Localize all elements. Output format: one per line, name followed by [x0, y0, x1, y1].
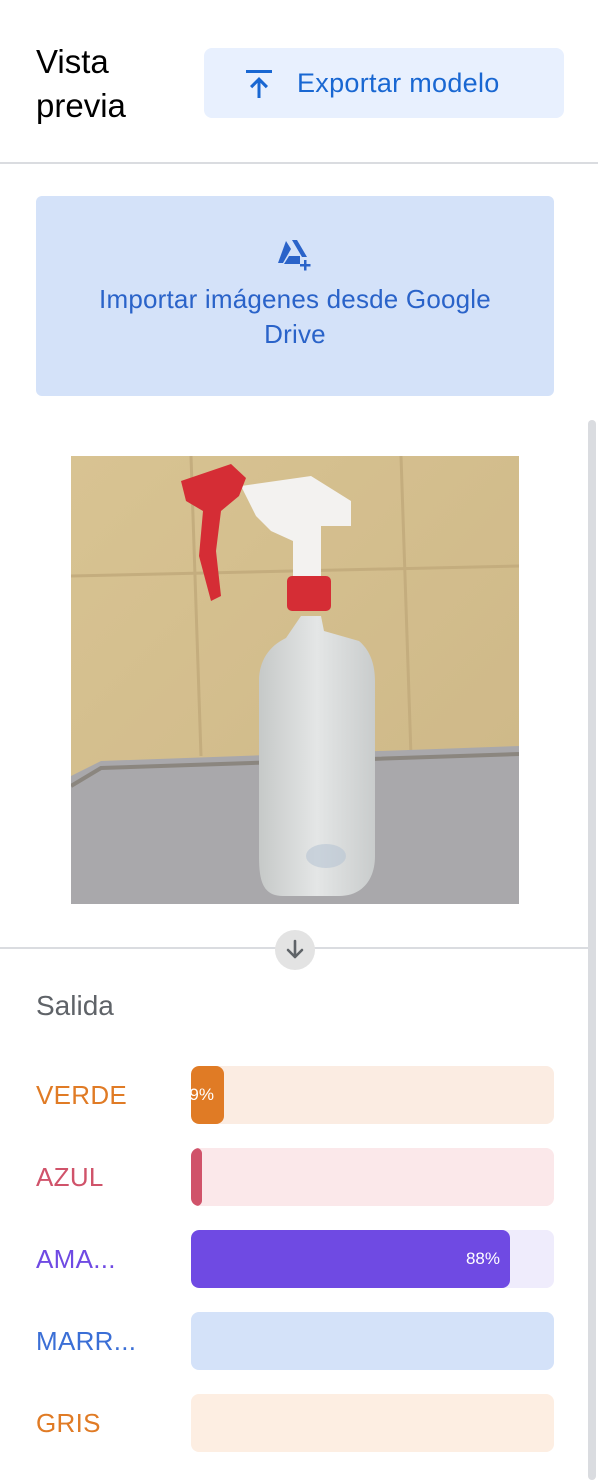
prediction-row: VERDE 9%	[0, 1066, 598, 1124]
confidence-bar-track	[191, 1312, 554, 1370]
import-from-drive-button[interactable]: Importar imágenes desde Google Drive	[36, 196, 554, 396]
confidence-bar-track: 9%	[191, 1066, 554, 1124]
confidence-bar-track: 88%	[191, 1230, 554, 1288]
confidence-bar-track	[191, 1148, 554, 1206]
confidence-bar-fill	[191, 1148, 202, 1206]
class-label: AMA...	[36, 1244, 116, 1274]
confidence-bar-fill: 9%	[191, 1066, 224, 1124]
prediction-row: GRIS	[0, 1394, 598, 1452]
preview-image	[71, 456, 519, 904]
google-drive-add-icon	[278, 240, 311, 271]
confidence-bar-fill: 88%	[191, 1230, 510, 1288]
arrow-down-button[interactable]	[275, 930, 315, 970]
confidence-value: 9%	[191, 1085, 214, 1104]
class-label: MARR...	[36, 1326, 137, 1356]
class-label: GRIS	[36, 1408, 101, 1438]
upload-icon	[246, 70, 272, 98]
export-model-button[interactable]: Exportar modelo	[204, 48, 564, 118]
confidence-bar-track	[191, 1394, 554, 1452]
confidence-value: 88%	[465, 1249, 500, 1268]
prediction-row: MARR...	[0, 1312, 598, 1370]
preview-panel: Vista previa Exportar modelo Importar im…	[0, 0, 598, 1480]
prediction-row: AMA... 88%	[0, 1230, 598, 1288]
export-model-label: Exportar modelo	[297, 68, 500, 98]
page-title: Vista previa	[36, 43, 126, 124]
prediction-row: AZUL	[0, 1148, 598, 1206]
arrow-down-icon	[286, 939, 304, 959]
class-label: AZUL	[36, 1162, 104, 1192]
output-section-title: Salida	[36, 990, 114, 1021]
panel-header: Vista previa Exportar modelo	[0, 0, 598, 164]
class-label: VERDE	[36, 1080, 128, 1110]
import-from-drive-label: Importar imágenes desde Google Drive	[99, 284, 491, 349]
